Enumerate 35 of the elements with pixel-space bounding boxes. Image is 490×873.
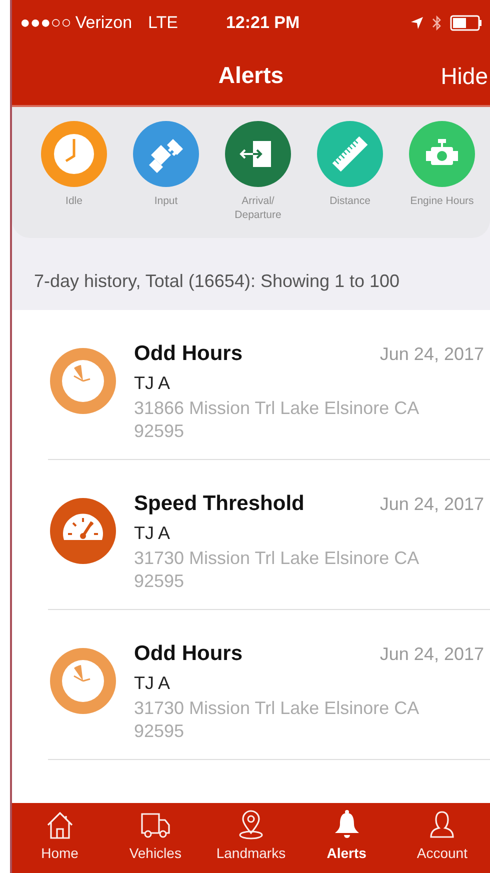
alert-type-label: Input — [153, 195, 179, 209]
tab-bar-item[interactable]: Landmarks — [203, 803, 299, 873]
history-summary: 7-day history, Total (16654): Showing 1 to 100 — [34, 270, 400, 293]
alert-title: Odd Hours — [134, 341, 242, 367]
hide-button[interactable]: Hide — [440, 59, 488, 94]
alert-type-label: Arrival/ Departure — [234, 195, 282, 222]
screen-title: Alerts — [218, 60, 284, 90]
driver-name: TJ A — [134, 522, 170, 542]
alert-type-label: Distance — [328, 195, 372, 209]
alert-date: Jun 24, 2017 — [380, 643, 484, 666]
battery-icon — [450, 14, 482, 30]
alert-title: Odd Hours — [134, 641, 242, 667]
driver-name: TJ A — [134, 672, 170, 692]
tab-bar-item[interactable]: Alerts — [298, 803, 394, 873]
alert-address: 31730 Mission Trl Lake Elsinore CA 92595 — [134, 546, 420, 593]
clock-time: 12:21 PM — [226, 12, 300, 34]
tab-bar-item[interactable]: Vehicles — [108, 803, 204, 873]
signal-strength: ●●●○○ — [20, 12, 72, 34]
speedometer-icon — [48, 496, 118, 566]
alert-title: Speed Threshold — [134, 491, 304, 517]
carrier-name: Verizon — [75, 12, 132, 34]
clock-icon — [48, 346, 118, 416]
tab-bar-item[interactable]: Account — [394, 803, 490, 873]
bluetooth-icon — [432, 14, 442, 30]
network-type: LTE — [148, 12, 178, 34]
alert-date: Jun 24, 2017 — [380, 343, 484, 366]
alert-type-label: Idle — [64, 195, 84, 209]
alert-address: 31866 Mission Trl Lake Elsinore CA 92595 — [134, 396, 420, 443]
tab-bar-item[interactable]: Home — [12, 803, 108, 873]
clock-icon — [48, 646, 118, 716]
alert-address: 31730 Mission Trl Lake Elsinore CA 92595 — [134, 696, 420, 743]
alert-type-label: Engine Hours — [409, 195, 475, 209]
driver-name: TJ A — [134, 372, 170, 392]
location-arrow-icon — [410, 16, 424, 30]
alert-date: Jun 24, 2017 — [380, 493, 484, 516]
